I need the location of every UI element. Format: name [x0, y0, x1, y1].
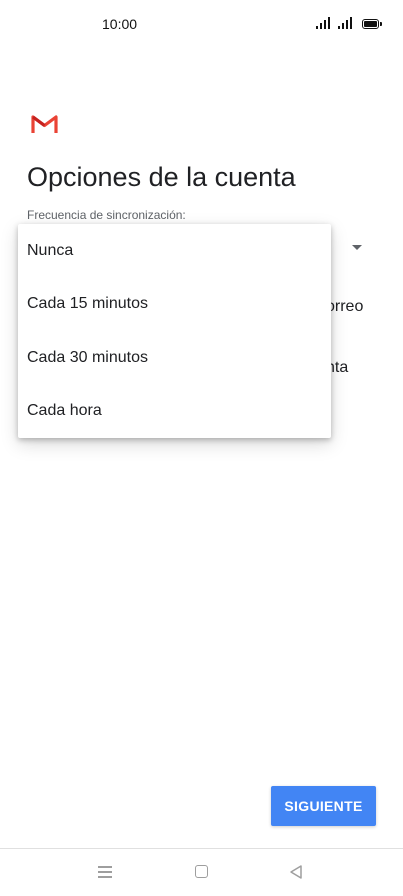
signal-icon [338, 17, 352, 29]
page-title: Opciones de la cuenta [27, 162, 296, 192]
menu-option-never[interactable]: Nunca [18, 224, 331, 278]
back-icon[interactable] [288, 864, 304, 880]
menu-option-15-minutes[interactable]: Cada 15 minutos [18, 278, 331, 332]
status-bar: 10:00 [0, 0, 403, 48]
status-time: 10:00 [102, 16, 138, 32]
menu-option-hourly[interactable]: Cada hora [18, 385, 331, 439]
sync-frequency-label: Frecuencia de sincronización: [27, 208, 186, 222]
dropdown-arrow-icon[interactable] [352, 245, 362, 250]
home-icon[interactable] [195, 865, 208, 878]
signal-icon [316, 17, 330, 29]
menu-icon[interactable] [98, 866, 112, 878]
navigation-bar [0, 848, 403, 896]
sync-frequency-menu: Nunca Cada 15 minutos Cada 30 minutos Ca… [18, 224, 331, 438]
status-icons [316, 17, 382, 29]
gmail-icon [31, 115, 58, 133]
next-button[interactable]: SIGUIENTE [271, 786, 376, 826]
obscured-option-text: orreo [326, 298, 364, 315]
battery-icon [362, 19, 382, 29]
menu-option-30-minutes[interactable]: Cada 30 minutos [18, 331, 331, 385]
